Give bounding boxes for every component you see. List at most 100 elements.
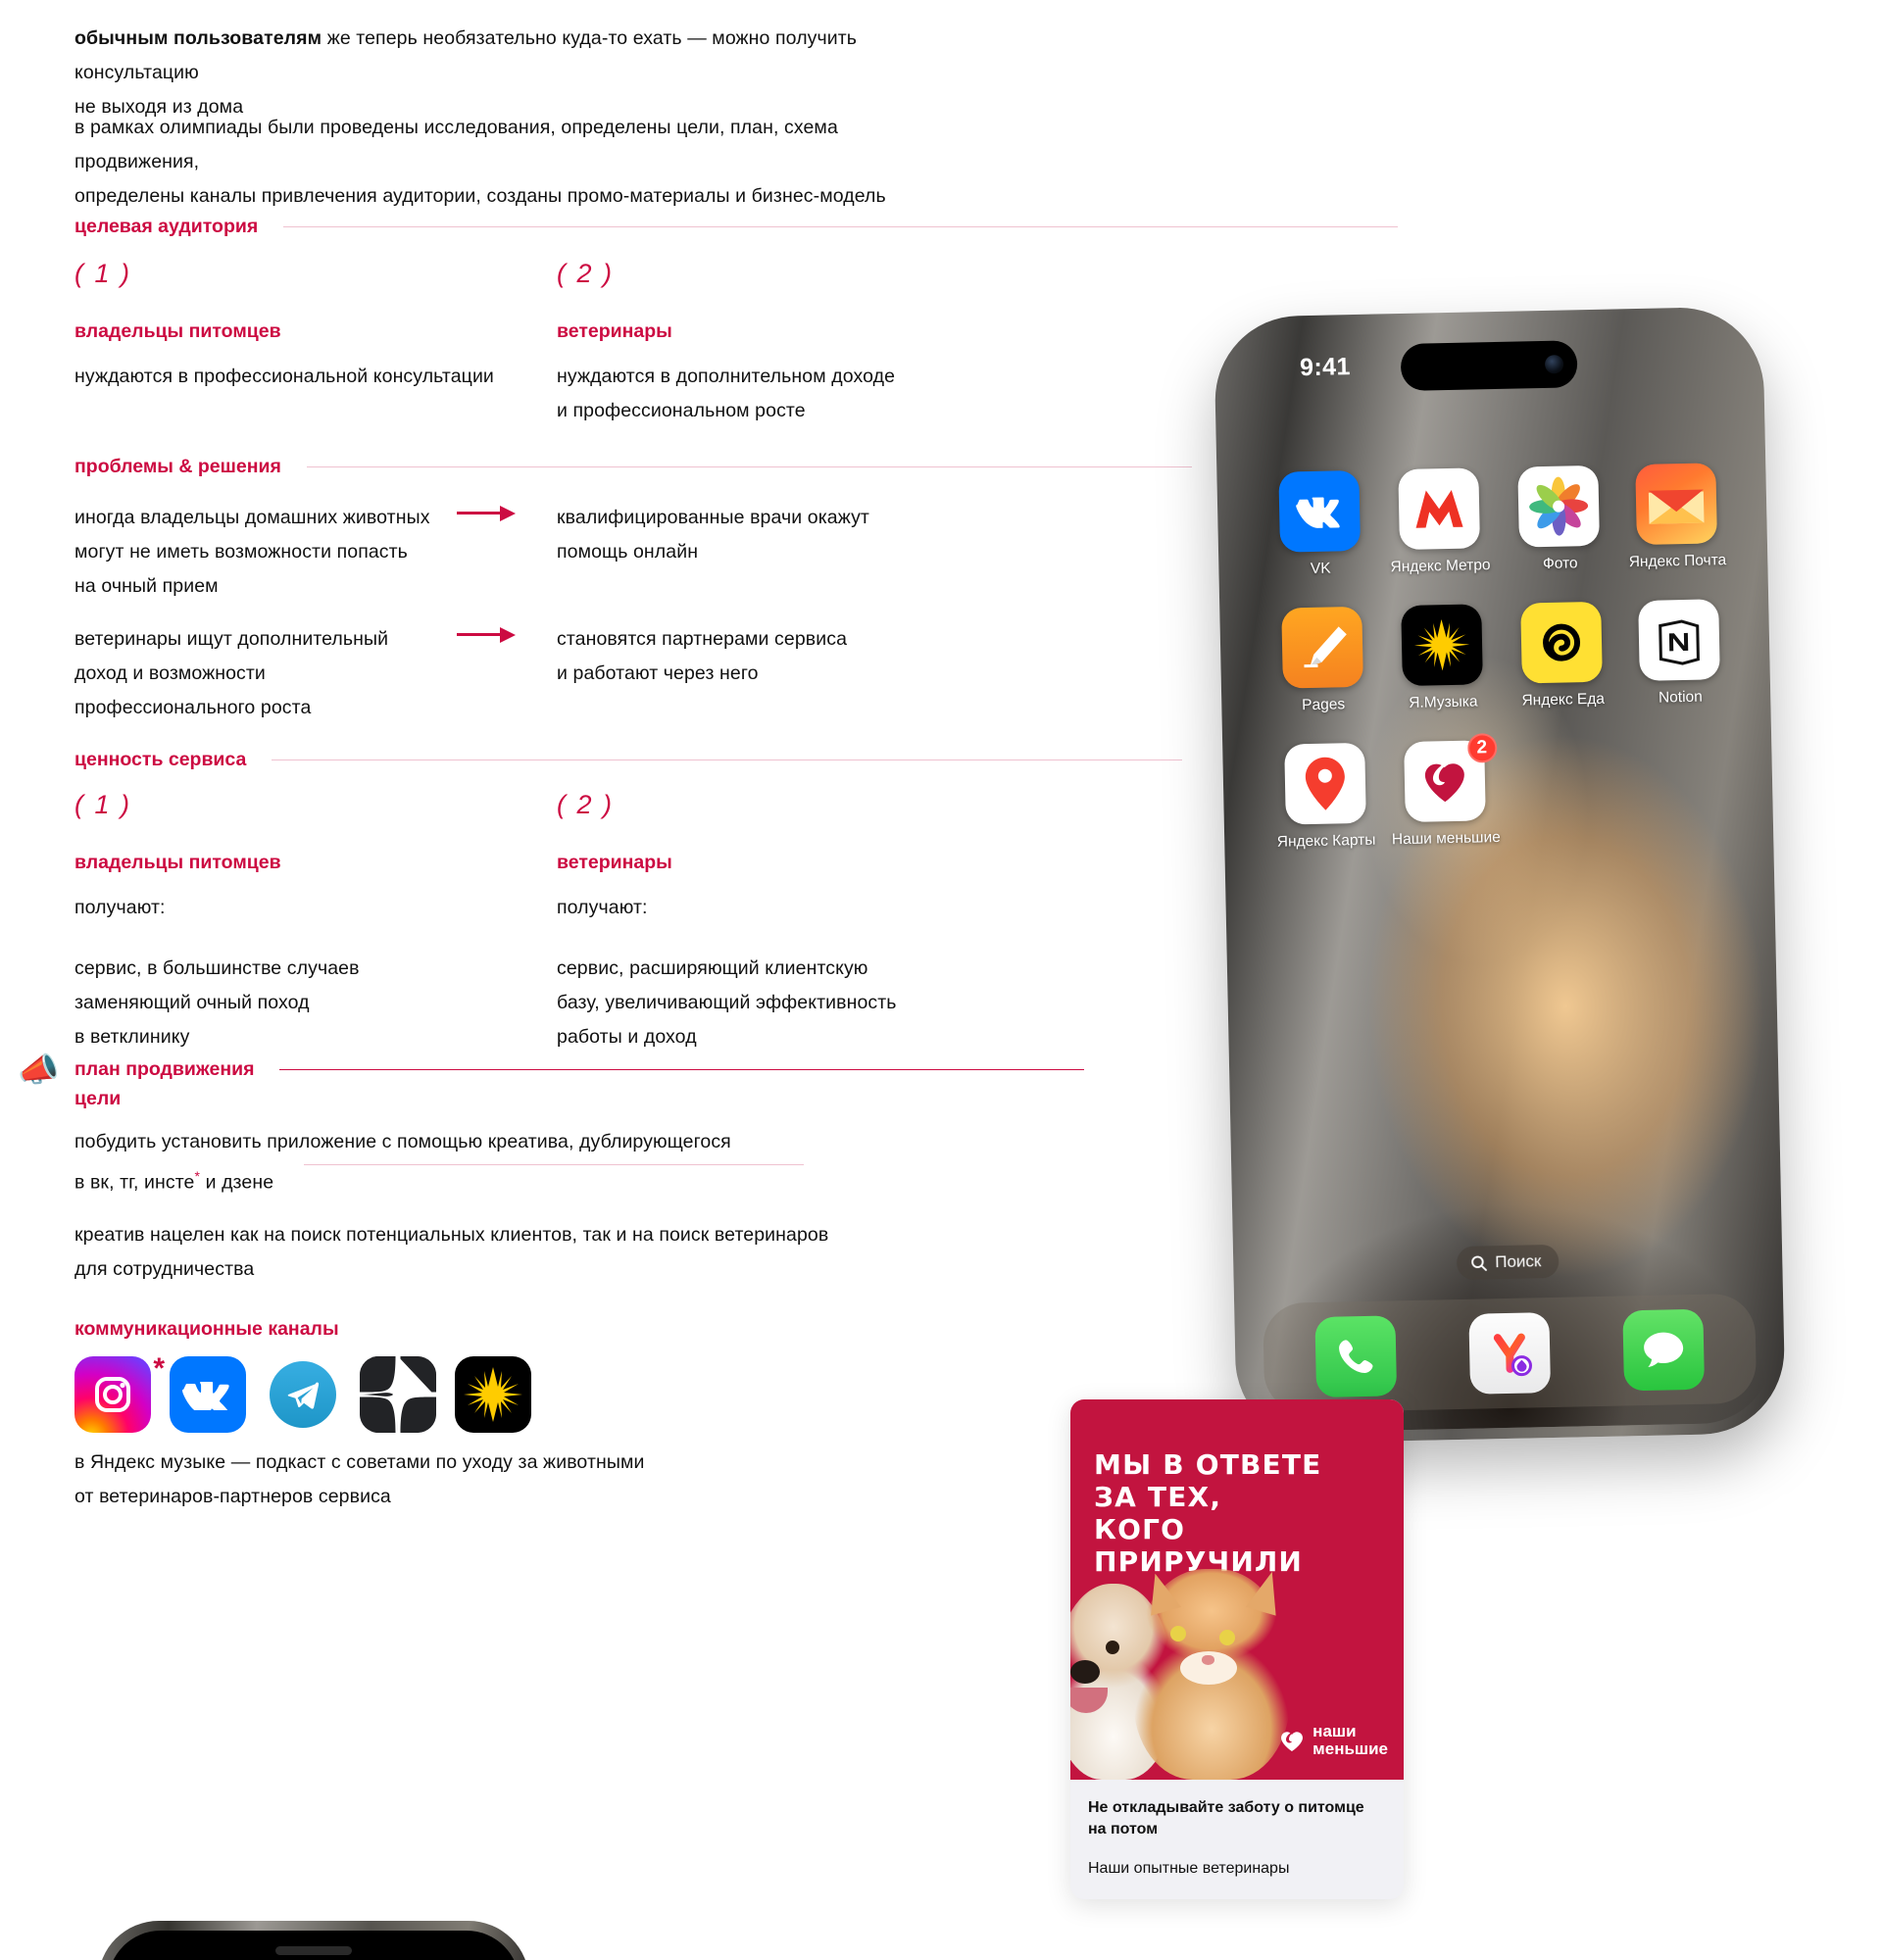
value-item-2-number: ( 2 ) (557, 790, 615, 819)
goal-line2-b: и дзене (200, 1171, 274, 1194)
notification-badge: 2 (1466, 733, 1498, 763)
promo-headline-line2: ЗА ТЕХ, (1094, 1481, 1222, 1513)
yandex-mail-app-icon[interactable] (1635, 463, 1718, 545)
promo-card-image: МЫ В ОТВЕТЕ ЗА ТЕХ, КОГО ПРИРУЧИЛИ наши … (1070, 1399, 1404, 1780)
value-item-1-body-line2: заменяющий очный поход (74, 992, 310, 1013)
audience-item-1: ( 1 ) владельцы питомцев нуждаются в про… (74, 259, 494, 394)
promotion-creative-text: креатив нацелен как на поиск потенциальн… (74, 1218, 878, 1287)
channels-title: коммуникационные каналы (74, 1318, 339, 1340)
section-title-promotion: план продвижения (74, 1058, 255, 1080)
app-label: Notion (1658, 688, 1703, 707)
telegram-icon[interactable] (265, 1356, 341, 1433)
problem-1-line3: на очный прием (74, 575, 219, 597)
podcast-text: в Яндекс музыке — подкаст с советами по … (74, 1446, 819, 1514)
status-bar-time: 9:41 (1299, 353, 1352, 382)
value-item-1-body-line3: в ветклинику (74, 1026, 190, 1048)
audience-item-2: ( 2 ) ветеринары нуждаются в дополнитель… (557, 259, 895, 428)
goal-line2-a: в вк, тг, инсте (74, 1171, 195, 1194)
yandex-music-icon[interactable] (455, 1356, 531, 1433)
intro-bold-lead: обычным пользователям (74, 27, 322, 49)
promo-card-title: Не откладывайте заботу о питомце на пото… (1088, 1799, 1364, 1838)
audience-item-1-number: ( 1 ) (74, 259, 132, 288)
photos-app-icon[interactable] (1517, 465, 1601, 548)
app-label: Фото (1542, 555, 1578, 573)
app-label: Яндекс Еда (1521, 690, 1606, 710)
solution-2-line2: и работают через него (557, 662, 759, 684)
instagram-footnote-star: * (153, 1352, 165, 1385)
solution-1-line1: квалифицированные врачи окажут (557, 507, 869, 528)
app-yandex-music[interactable]: Я.Музыка (1387, 604, 1498, 712)
section-promotion-header: план продвижения (74, 1054, 1084, 1084)
megaphone-icon: 📣 (18, 1052, 60, 1089)
audience-item-2-line1: нуждаются в дополнительном доходе (557, 366, 896, 387)
dynamic-island (1400, 340, 1578, 391)
dynamic-island-top (275, 1946, 352, 1955)
app-label: Я.Музыка (1409, 693, 1478, 711)
value-item-1-body-line1: сервис, в большинстве случаев (74, 957, 360, 979)
notion-app-icon[interactable] (1638, 599, 1721, 681)
app-pages[interactable]: Pages (1269, 606, 1375, 715)
brand-logo-line1: наши (1312, 1722, 1357, 1740)
intro-p2-line1: в рамках олимпиады были проведены исслед… (74, 117, 838, 172)
value-item-2-title: ветеринары (557, 852, 672, 873)
yandex-music-app-icon[interactable] (1401, 604, 1484, 687)
value-item-2: ( 2 ) ветеринары получают: сервис, расши… (557, 790, 897, 1054)
problem-row-1-solution: квалифицированные врачи окажут помощь он… (557, 501, 1047, 569)
dzen-icon[interactable] (360, 1356, 436, 1433)
messages-dock-icon[interactable] (1621, 1308, 1705, 1392)
value-item-2-lead: получают: (557, 897, 648, 918)
value-item-1: ( 1 ) владельцы питомцев получают: серви… (74, 790, 360, 1054)
arrow-right-icon (457, 625, 518, 643)
vk-app-icon[interactable] (1278, 469, 1361, 553)
yandex-browser-dock-icon[interactable] (1468, 1312, 1552, 1395)
communication-channels-row: * (74, 1352, 531, 1433)
section-title-problems: проблемы & решения (74, 456, 281, 477)
audience-item-2-line2: и профессиональном росте (557, 400, 806, 421)
promo-card[interactable]: МЫ В ОТВЕТЕ ЗА ТЕХ, КОГО ПРИРУЧИЛИ наши … (1070, 1399, 1404, 1899)
creative-line1: креатив нацелен как на поиск потенциальн… (74, 1224, 829, 1246)
vk-icon[interactable] (170, 1356, 246, 1433)
promo-card-body: Не откладывайте заботу о питомце на пото… (1070, 1780, 1404, 1899)
problem-row-2-solution: становятся партнерами сервиса и работают… (557, 622, 1047, 691)
section-rule (283, 225, 1398, 227)
intro-paragraph-1: обычным пользователям же теперь необязат… (74, 22, 957, 124)
app-yandex-mail[interactable]: Яндекс Почта (1624, 463, 1730, 571)
app-photos[interactable]: Фото (1507, 465, 1612, 574)
creative-line2: для сотрудничества (74, 1258, 255, 1280)
app-yandex-maps[interactable]: Яндекс Карты (1272, 742, 1378, 852)
app-yandex-metro[interactable]: Яндекс Метро (1384, 467, 1495, 576)
iphone-mockup: 9:41 VK Яндекс Метро Фото Яндекс Почта P… (1213, 306, 1786, 1445)
app-yandex-eda[interactable]: Яндекс Еда (1510, 601, 1615, 710)
phone-dock-icon[interactable] (1314, 1315, 1398, 1398)
channel-instagram[interactable]: * (74, 1352, 165, 1433)
cat-photo (1133, 1567, 1290, 1780)
problem-2-line2: доход и возможности (74, 662, 266, 684)
yandex-metro-app-icon[interactable] (1398, 467, 1481, 551)
yandex-eda-app-icon[interactable] (1520, 601, 1604, 684)
search-button[interactable]: Поиск (1456, 1244, 1560, 1280)
instagram-icon[interactable] (74, 1356, 151, 1433)
pages-app-icon[interactable] (1281, 606, 1363, 689)
app-nashi-menshie[interactable]: 2 Наши меньшие (1390, 733, 1501, 849)
home-screen-dock (1263, 1293, 1758, 1414)
heart-logo-icon (1281, 1732, 1304, 1751)
value-item-1-lead: получают: (74, 897, 166, 918)
search-icon (1471, 1255, 1487, 1271)
value-item-1-number: ( 1 ) (74, 790, 132, 819)
iphone-screen: 9:41 VK Яндекс Метро Фото Яндекс Почта P… (1224, 317, 1775, 1434)
solution-2-line1: становятся партнерами сервиса (557, 628, 848, 650)
goal-line1: побудить установить приложение с помощью… (74, 1131, 731, 1152)
app-vk[interactable]: VK (1266, 469, 1372, 579)
page-root: обычным пользователям же теперь необязат… (0, 0, 1882, 1960)
podcast-line2: от ветеринаров-партнеров сервиса (74, 1486, 391, 1507)
audience-item-1-title: владельцы питомцев (74, 320, 281, 342)
yandex-maps-app-icon[interactable] (1284, 742, 1366, 825)
podcast-line1: в Яндекс музыке — подкаст с советами по … (74, 1451, 645, 1473)
promo-headline-line1: МЫ В ОТВЕТЕ (1094, 1448, 1322, 1481)
value-item-1-title: владельцы питомцев (74, 852, 281, 873)
app-label: Яндекс Карты (1276, 831, 1376, 851)
arrow-right-icon (457, 504, 518, 521)
front-camera-icon (1544, 355, 1564, 374)
app-notion[interactable]: Notion (1626, 599, 1732, 708)
goal-arrow-line (304, 1160, 804, 1170)
